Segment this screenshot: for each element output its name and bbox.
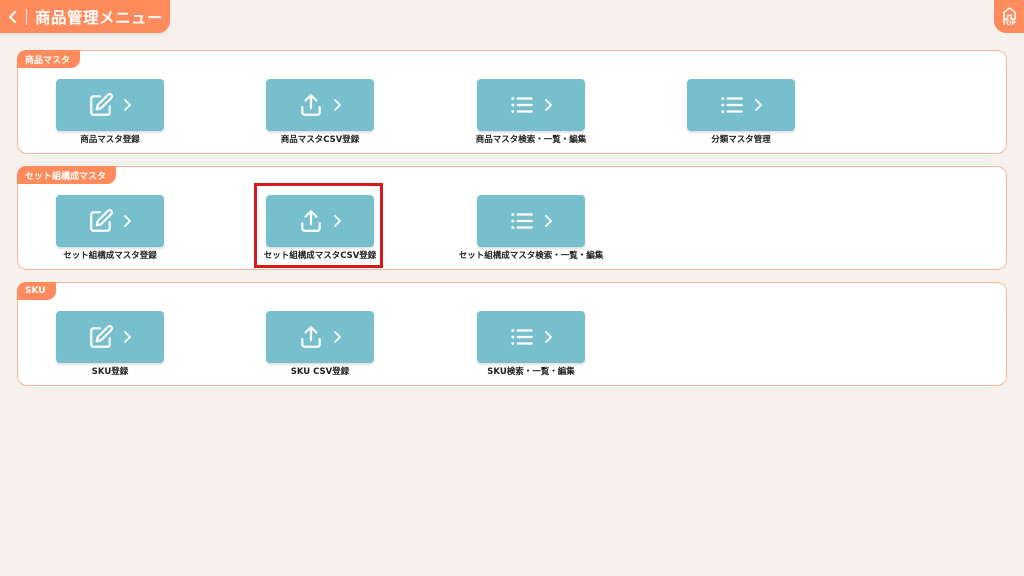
page-header: 商品管理メニュー xyxy=(0,0,170,33)
section-set-composition-master: セット組構成マスタ セット組構成マスタ登録 セット組構成マスタCSV登録 セット… xyxy=(17,166,1007,270)
tile-label: 商品マスタ登録 xyxy=(80,135,140,145)
tile-label: 分類マスタ管理 xyxy=(711,135,771,145)
tile-label: セット組構成マスタ登録 xyxy=(63,251,157,261)
section-sku: SKU SKU登録 SKU CSV登録 SKU検索・一覧・編集 xyxy=(17,282,1007,386)
edit-icon xyxy=(88,92,114,118)
product-master-search-tile[interactable]: 商品マスタ検索・一覧・編集 xyxy=(476,79,586,145)
set-master-register-tile[interactable]: セット組構成マスタ登録 xyxy=(56,195,164,261)
category-master-tile[interactable]: 分類マスタ管理 xyxy=(687,79,795,145)
sku-csv-button[interactable] xyxy=(266,311,374,363)
set-master-search-tile[interactable]: セット組構成マスタ検索・一覧・編集 xyxy=(459,195,603,261)
upload-icon xyxy=(298,92,324,118)
sku-register-tile[interactable]: SKU登録 xyxy=(56,311,164,377)
tile-label: SKU検索・一覧・編集 xyxy=(487,367,575,377)
tile-label: SKU CSV登録 xyxy=(290,367,350,377)
header-divider xyxy=(26,8,27,25)
chevron-right-icon xyxy=(543,329,553,345)
section-title: セット組構成マスタ xyxy=(17,166,117,184)
tile-label: 商品マスタCSV登録 xyxy=(280,135,360,145)
tile-label: SKU登録 xyxy=(91,367,129,377)
set-master-register-button[interactable] xyxy=(56,195,164,247)
sku-search-button[interactable] xyxy=(477,311,585,363)
back-button[interactable] xyxy=(0,0,26,33)
top-button-label: TOP xyxy=(1002,20,1016,27)
chevron-right-icon xyxy=(332,329,342,345)
product-master-register-button[interactable] xyxy=(56,79,164,131)
product-master-register-tile[interactable]: 商品マスタ登録 xyxy=(56,79,164,145)
list-icon xyxy=(509,208,535,234)
product-master-csv-tile[interactable]: 商品マスタCSV登録 xyxy=(266,79,374,145)
chevron-right-icon xyxy=(122,329,132,345)
edit-icon xyxy=(88,324,114,350)
page-title: 商品管理メニュー xyxy=(35,8,164,27)
category-master-button[interactable] xyxy=(687,79,795,131)
edit-icon xyxy=(88,208,114,234)
list-icon xyxy=(719,92,745,118)
set-master-search-button[interactable] xyxy=(477,195,585,247)
chevron-right-icon xyxy=(122,97,132,113)
chevron-right-icon xyxy=(753,97,763,113)
home-icon xyxy=(1002,7,1016,20)
product-master-search-button[interactable] xyxy=(477,79,585,131)
tile-label: 商品マスタ検索・一覧・編集 xyxy=(475,135,587,145)
sku-search-tile[interactable]: SKU検索・一覧・編集 xyxy=(477,311,585,377)
upload-icon xyxy=(298,324,324,350)
section-title: SKU xyxy=(17,282,56,300)
chevron-right-icon xyxy=(122,213,132,229)
chevron-left-icon xyxy=(9,10,16,23)
chevron-right-icon xyxy=(332,97,342,113)
tile-label: セット組構成マスタ検索・一覧・編集 xyxy=(458,251,604,261)
section-title: 商品マスタ xyxy=(17,50,81,68)
chevron-right-icon xyxy=(543,213,553,229)
chevron-right-icon xyxy=(543,97,553,113)
product-master-csv-button[interactable] xyxy=(266,79,374,131)
section-product-master: 商品マスタ 商品マスタ登録 商品マスタCSV登録 商品マスタ検索・一覧・編集 分… xyxy=(17,50,1007,154)
list-icon xyxy=(509,92,535,118)
sku-csv-tile[interactable]: SKU CSV登録 xyxy=(266,311,374,377)
sku-register-button[interactable] xyxy=(56,311,164,363)
highlight-box xyxy=(254,183,383,268)
top-button[interactable]: TOP xyxy=(994,0,1024,33)
list-icon xyxy=(509,324,535,350)
